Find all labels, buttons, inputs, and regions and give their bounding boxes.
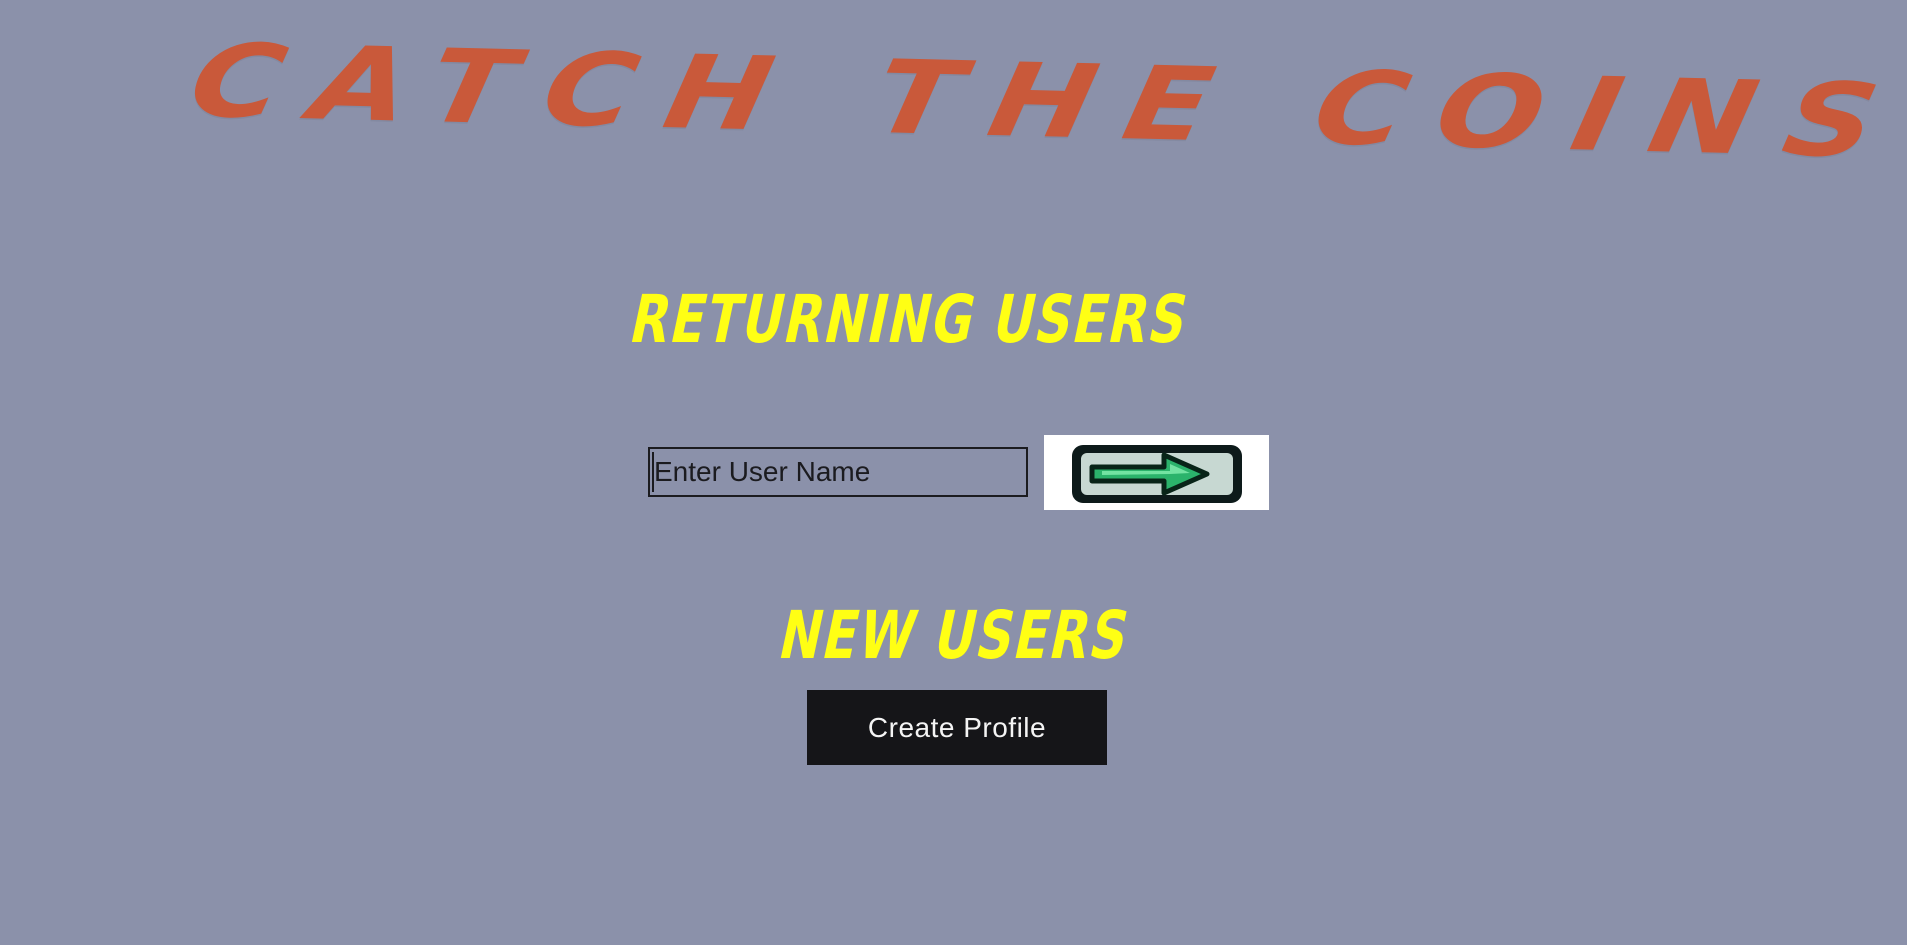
username-input[interactable] [648, 447, 1028, 497]
returning-users-heading: RETURNING USERS [624, 281, 1197, 358]
game-title: CATCH THE COINS [180, 3, 1907, 191]
right-arrow-icon [1072, 445, 1242, 503]
login-submit-button[interactable] [1044, 435, 1269, 510]
text-caret [652, 452, 654, 492]
create-profile-button[interactable]: Create Profile [807, 690, 1107, 765]
new-users-heading: NEW USERS [772, 597, 1138, 674]
game-title-text: CATCH THE COINS [180, 22, 1907, 182]
